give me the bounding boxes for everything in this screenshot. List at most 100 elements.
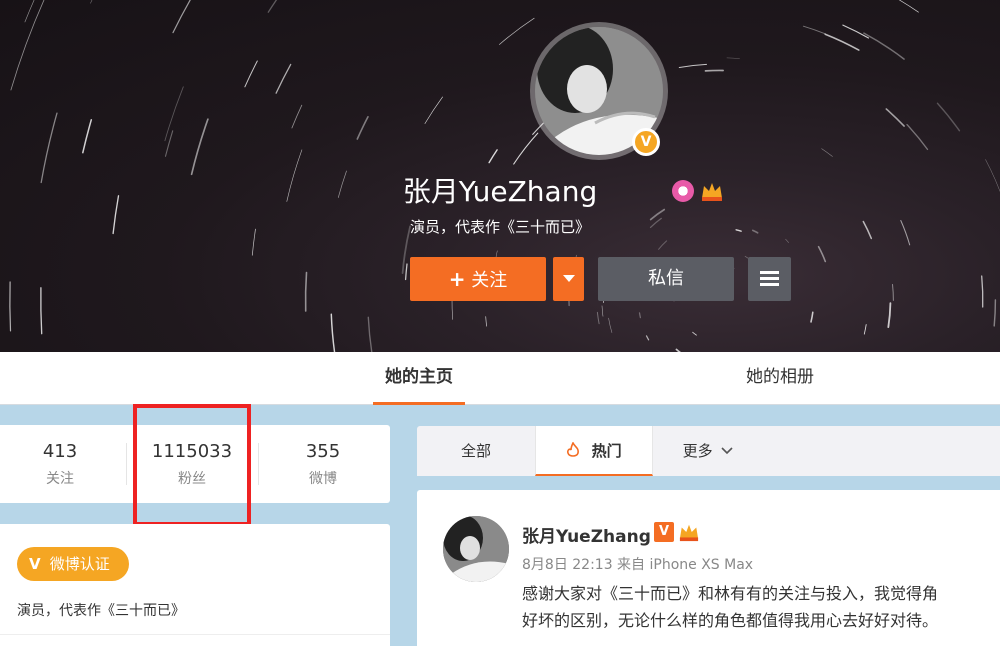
star-trail xyxy=(513,132,539,165)
star-trail xyxy=(82,119,93,154)
profile-name-row: 张月YueZhang xyxy=(0,170,1000,210)
post-text: 感谢大家对《三十而已》和林有有的关注与投入，我觉得角 好坏的区别，无论什么样的角… xyxy=(522,580,1000,634)
star-trail xyxy=(906,123,929,151)
star-trail xyxy=(936,102,961,132)
star-trail xyxy=(678,63,708,69)
star-trail xyxy=(892,284,894,301)
post-text-line: 感谢大家对《三十而已》和林有有的关注与投入，我觉得角 xyxy=(522,584,939,603)
star-trail xyxy=(817,245,827,263)
profile-description: 演员，代表作《三十而已》 xyxy=(17,603,185,619)
star-trail xyxy=(10,0,45,91)
verified-label: 微博认证 xyxy=(49,555,110,573)
star-trail xyxy=(810,311,814,323)
stat-divider xyxy=(258,443,259,485)
avatar-photo xyxy=(443,516,509,582)
tab-more[interactable]: 更多 xyxy=(653,426,763,476)
star-trail xyxy=(981,275,984,308)
star-trail xyxy=(356,116,369,140)
verified-badge-icon: V xyxy=(632,128,660,156)
feed-post: 张月YueZhang V 8月8日 22:13 来自 iPhone XS Max… xyxy=(417,490,1000,646)
tab-hot-label: 热门 xyxy=(591,442,622,460)
star-trail xyxy=(424,96,443,124)
message-button[interactable]: 私信 xyxy=(598,257,734,301)
profile-banner: V 张月YueZhang 演员，代表作《三十而已》 + 关注 私信 xyxy=(0,0,1000,352)
triangle-down-icon xyxy=(562,275,575,282)
follow-dropdown-button[interactable] xyxy=(553,257,584,301)
post-author-name[interactable]: 张月YueZhang xyxy=(522,522,651,547)
star-trail xyxy=(164,86,184,142)
flame-icon xyxy=(567,442,580,457)
profile-bio: 演员，代表作《三十而已》 xyxy=(409,218,590,236)
star-trail xyxy=(863,324,867,335)
star-trail xyxy=(190,118,209,176)
post-text-line: 好坏的区别，无论什么样的角色都值得我用心去好好对待。 xyxy=(522,611,939,630)
star-trail xyxy=(499,17,535,45)
star-trail xyxy=(658,240,668,250)
star-trail xyxy=(692,331,697,336)
crown-badge-icon[interactable] xyxy=(677,522,701,542)
star-trail xyxy=(726,57,740,59)
divider xyxy=(0,634,390,635)
follow-button[interactable]: + 关注 xyxy=(410,257,546,301)
posts-label: 微博 xyxy=(309,471,337,487)
star-trail xyxy=(404,263,408,281)
post-author-icons: V xyxy=(654,522,701,542)
plus-icon: + xyxy=(448,267,466,291)
pink-badge-icon[interactable] xyxy=(672,180,694,202)
verified-v-icon: V xyxy=(29,555,41,573)
tab-album[interactable]: 她的相册 xyxy=(730,352,830,405)
stat-posts[interactable]: 355 微博 xyxy=(263,441,383,488)
star-trail xyxy=(824,33,860,51)
post-meta: 8月8日 22:13 来自 iPhone XS Max xyxy=(522,557,754,573)
star-trail xyxy=(785,238,789,243)
star-trail xyxy=(802,25,826,35)
star-trail xyxy=(291,104,303,129)
profile-info-card: V 微博认证 演员，代表作《三十而已》 xyxy=(0,524,390,646)
profile-tab-nav: 她的主页 她的相册 xyxy=(0,352,1000,405)
tab-all[interactable]: 全部 xyxy=(417,426,535,476)
star-trail xyxy=(863,32,905,60)
tab-more-label: 更多 xyxy=(682,442,713,460)
star-trail xyxy=(244,60,258,88)
follow-label: 关注 xyxy=(471,270,508,291)
star-trail xyxy=(898,0,919,13)
star-trail xyxy=(90,0,93,4)
star-trail xyxy=(330,313,336,352)
more-menu-button[interactable] xyxy=(748,257,791,301)
posts-count: 355 xyxy=(305,441,341,462)
star-trail xyxy=(821,148,833,157)
hamburger-icon xyxy=(760,271,779,287)
weibo-verified-badge[interactable]: V 微博认证 xyxy=(17,547,129,581)
star-trail xyxy=(24,0,35,23)
star-trail xyxy=(993,299,997,327)
star-trail xyxy=(275,63,292,94)
star-trail xyxy=(885,108,905,127)
star-trail xyxy=(645,335,650,341)
profile-name: 张月YueZhang xyxy=(402,175,598,208)
star-trail xyxy=(638,312,642,319)
star-trail xyxy=(488,149,498,164)
star-trail xyxy=(451,297,454,320)
message-label: 私信 xyxy=(648,268,684,289)
star-trail xyxy=(267,0,278,13)
star-trail xyxy=(172,0,191,34)
star-trail xyxy=(842,24,870,39)
stat-divider xyxy=(126,443,127,485)
crown-badge-icon[interactable] xyxy=(700,180,724,202)
star-trail xyxy=(887,302,892,328)
star-trail xyxy=(608,317,613,333)
star-trail xyxy=(367,316,373,352)
verified-v-icon: V xyxy=(654,522,674,542)
tab-hot[interactable]: 热门 xyxy=(535,426,653,476)
post-author-avatar[interactable] xyxy=(443,516,509,582)
tab-home[interactable]: 她的主页 xyxy=(373,352,465,405)
chevron-down-icon xyxy=(721,447,733,455)
followers-highlight-box xyxy=(133,404,251,526)
star-trail xyxy=(9,281,12,332)
following-count: 413 xyxy=(42,441,78,462)
stat-following[interactable]: 413 关注 xyxy=(0,441,120,488)
star-trail xyxy=(485,316,487,327)
profile-name-icons xyxy=(672,180,724,202)
star-trail xyxy=(304,271,308,312)
star-trail xyxy=(596,311,600,325)
